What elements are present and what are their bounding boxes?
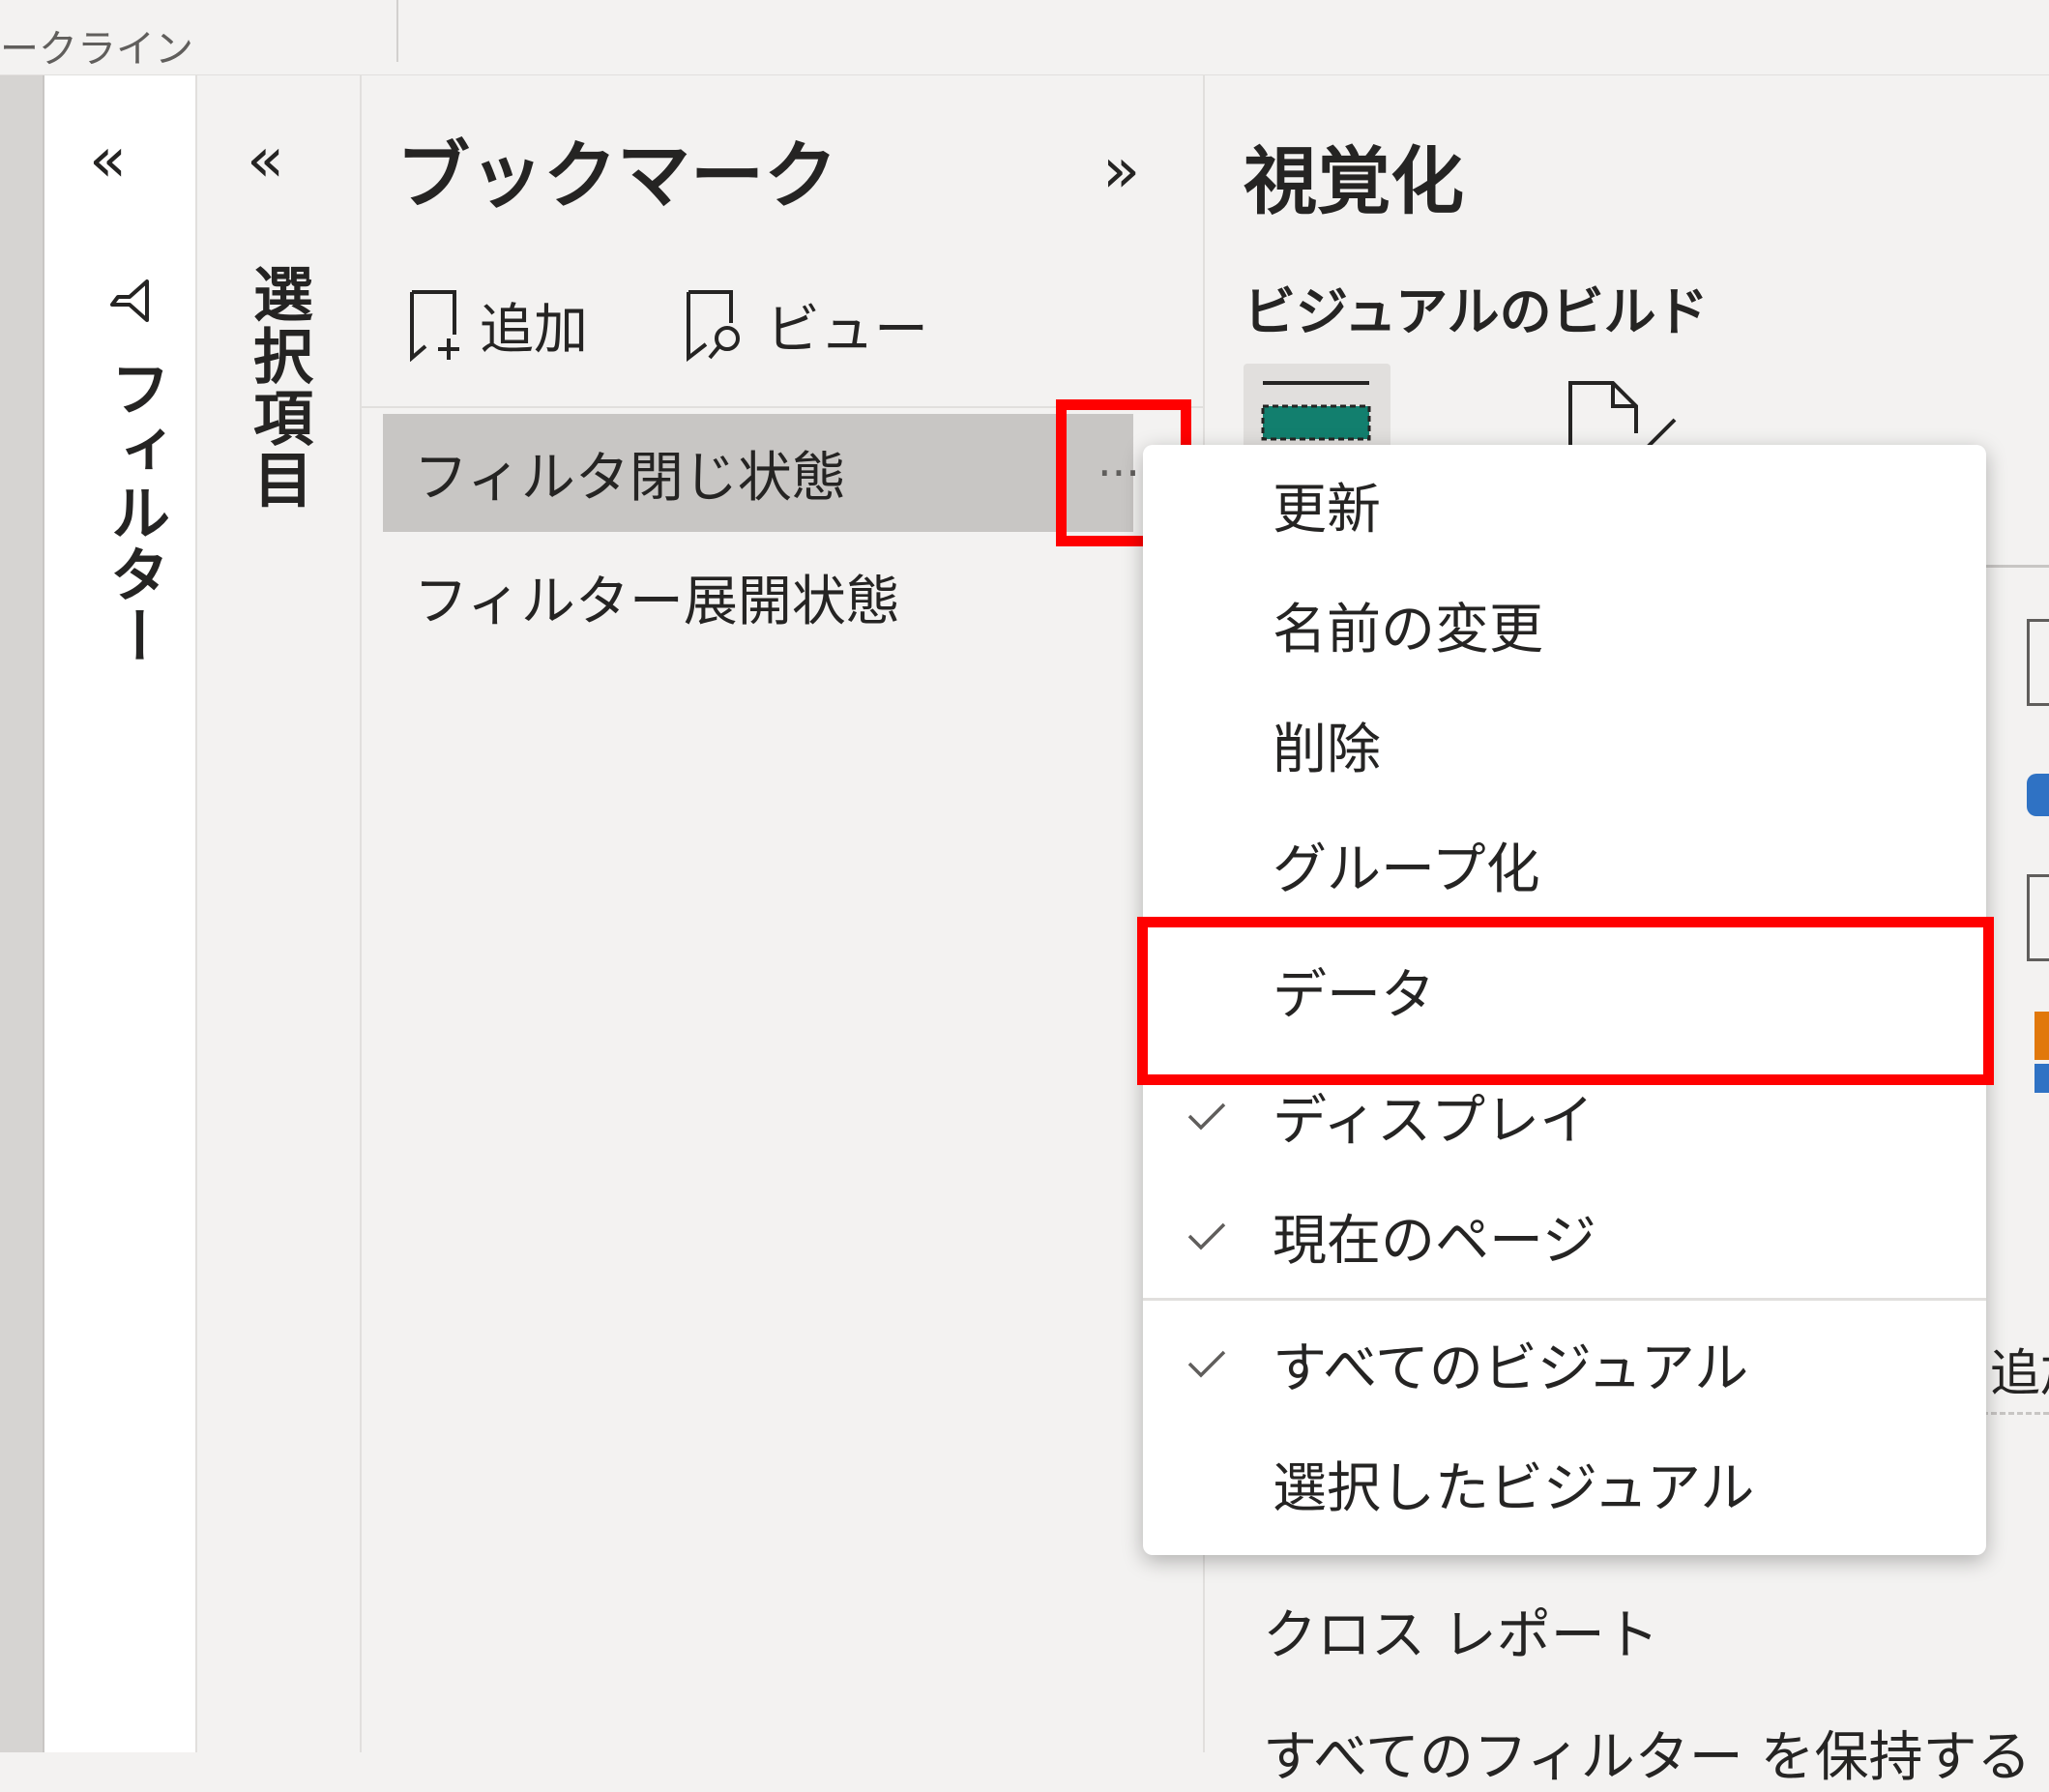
- selection-collapse-chevron-icon[interactable]: «: [247, 130, 284, 191]
- visual-type-icon[interactable]: [2034, 1064, 2049, 1093]
- visual-type-icon[interactable]: [2027, 774, 2049, 816]
- bookmark-item[interactable]: フィルター展開状態: [383, 538, 1133, 656]
- view-bookmarks-button[interactable]: ビュー: [683, 286, 928, 364]
- menu-item-selected-visuals[interactable]: 選択したビジュアル: [1143, 1424, 1986, 1543]
- filters-collapse-chevron-icon[interactable]: «: [89, 130, 127, 191]
- menu-item-all-visuals[interactable]: すべてのビジュアル: [1143, 1304, 1986, 1424]
- top-bar-divider: [396, 0, 398, 62]
- menu-item-label: 名前の変更: [1273, 598, 1543, 661]
- bookmark-add-icon: [410, 290, 459, 362]
- selection-pane-label[interactable]: 選択項目: [243, 263, 313, 511]
- menu-item-delete[interactable]: 削除: [1143, 685, 1986, 805]
- build-visual-label: ビジュアルのビルド: [1244, 281, 1709, 342]
- bookmark-item-selected[interactable]: フィルタ閉じ状態: [383, 414, 1133, 532]
- menu-item-rename[interactable]: 名前の変更: [1143, 565, 1986, 685]
- menu-item-current-page[interactable]: 現在のページ: [1143, 1176, 1986, 1296]
- menu-item-label: 削除: [1273, 718, 1381, 781]
- visualizations-divider: [1982, 565, 2049, 568]
- cross-report-label: クロス レポート: [1263, 1604, 1659, 1667]
- top-bar-label: ークライン: [0, 27, 193, 72]
- check-icon: [1187, 1222, 1226, 1250]
- check-icon: [1187, 1102, 1226, 1131]
- menu-item-label: 更新: [1273, 478, 1381, 542]
- view-bookmarks-label: ビュー: [766, 298, 928, 362]
- add-bookmark-label: 追加: [480, 298, 588, 362]
- filters-pane-collapsed[interactable]: [44, 75, 197, 1752]
- menu-item-label: すべてのビジュアル: [1273, 1337, 1749, 1400]
- menu-item-label: グループ化: [1273, 837, 1540, 901]
- bookmarks-expand-chevron-icon[interactable]: »: [1102, 140, 1140, 202]
- visualizations-title: 視覚化: [1244, 138, 1464, 224]
- add-bookmark-button[interactable]: 追加: [406, 286, 588, 364]
- menu-separator: [1143, 1298, 1986, 1301]
- filter-funnel-icon: [110, 279, 149, 322]
- menu-item-update[interactable]: 更新: [1143, 445, 1986, 565]
- menu-item-group[interactable]: グループ化: [1143, 805, 1986, 925]
- left-edge: [0, 75, 44, 1752]
- visual-type-icon[interactable]: [2027, 874, 2049, 961]
- menu-item-label: 現在のページ: [1273, 1209, 1596, 1273]
- visual-type-icon[interactable]: [2027, 619, 2049, 706]
- data-item-highlight-box: [1137, 917, 1994, 1085]
- visual-type-icon[interactable]: [2034, 1012, 2049, 1060]
- filters-pane-label[interactable]: フィルター: [100, 358, 170, 667]
- bookmark-view-icon: [687, 290, 740, 362]
- menu-item-label: ディスプレイ: [1273, 1089, 1595, 1153]
- add-field-text: 追加: [1990, 1345, 2049, 1403]
- check-icon: [1187, 1350, 1226, 1378]
- keep-all-filters-label: すべてのフィルター を保持する: [1263, 1726, 2032, 1789]
- bookmarks-title: ブックマーク: [396, 132, 837, 219]
- top-bar: [0, 0, 2049, 75]
- drop-zone-border: [1982, 1412, 2049, 1415]
- menu-item-label: 選択したビジュアル: [1273, 1456, 1755, 1520]
